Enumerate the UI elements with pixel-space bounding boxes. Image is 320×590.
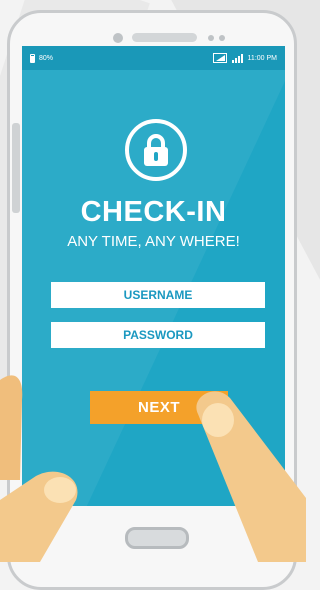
battery-icon <box>30 53 35 63</box>
password-input[interactable] <box>51 322 265 348</box>
earpiece-speaker <box>132 33 197 42</box>
lock-badge <box>125 119 187 181</box>
right-hand-finger <box>186 388 306 562</box>
signal-icon <box>231 53 243 63</box>
wifi-icon <box>212 53 227 63</box>
app-subtitle: ANY TIME, ANY WHERE! <box>67 233 240 250</box>
status-bar: 80% 11:00 PM <box>22 46 285 70</box>
status-time: 11:00 PM <box>247 54 277 62</box>
battery-level: 80% <box>39 54 54 62</box>
front-camera <box>113 33 123 43</box>
phone-side-button <box>12 123 20 213</box>
sensor-dots <box>208 35 225 41</box>
app-title: CHECK-IN <box>80 196 227 228</box>
home-button[interactable] <box>125 527 189 549</box>
left-hand-thumb <box>0 470 90 562</box>
left-hand-palm <box>0 370 26 480</box>
username-input[interactable] <box>51 282 265 308</box>
lock-icon <box>144 134 168 166</box>
